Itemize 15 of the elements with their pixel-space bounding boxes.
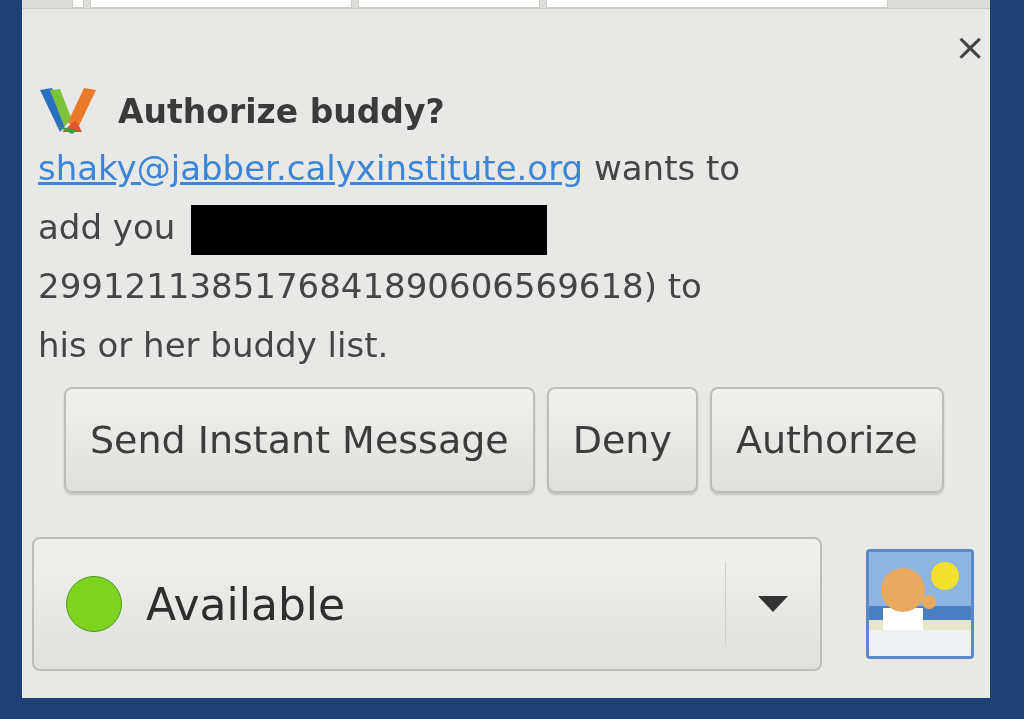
- close-button[interactable]: ×: [954, 27, 986, 61]
- status-dropdown[interactable]: Available: [32, 537, 822, 671]
- message-line: shaky@jabber.calyxinstitute.org wants to: [38, 147, 742, 190]
- app-logo-icon: [38, 86, 98, 136]
- message-line: 2991211385176841890606569618) to: [38, 265, 703, 308]
- buddy-icon-button[interactable]: [866, 549, 974, 659]
- message-line: his or her buddy list.: [38, 324, 390, 367]
- dialog-button[interactable]: Send Instant Message: [64, 387, 535, 493]
- status-label: Available: [146, 578, 347, 630]
- dialog-button[interactable]: Authorize: [709, 387, 944, 493]
- message-line: add you: [38, 207, 176, 247]
- avatar-icon: [869, 552, 971, 630]
- notification-title: Authorize buddy?: [118, 91, 445, 131]
- dialog-button[interactable]: Deny: [546, 387, 698, 493]
- caret-icon: [758, 596, 788, 612]
